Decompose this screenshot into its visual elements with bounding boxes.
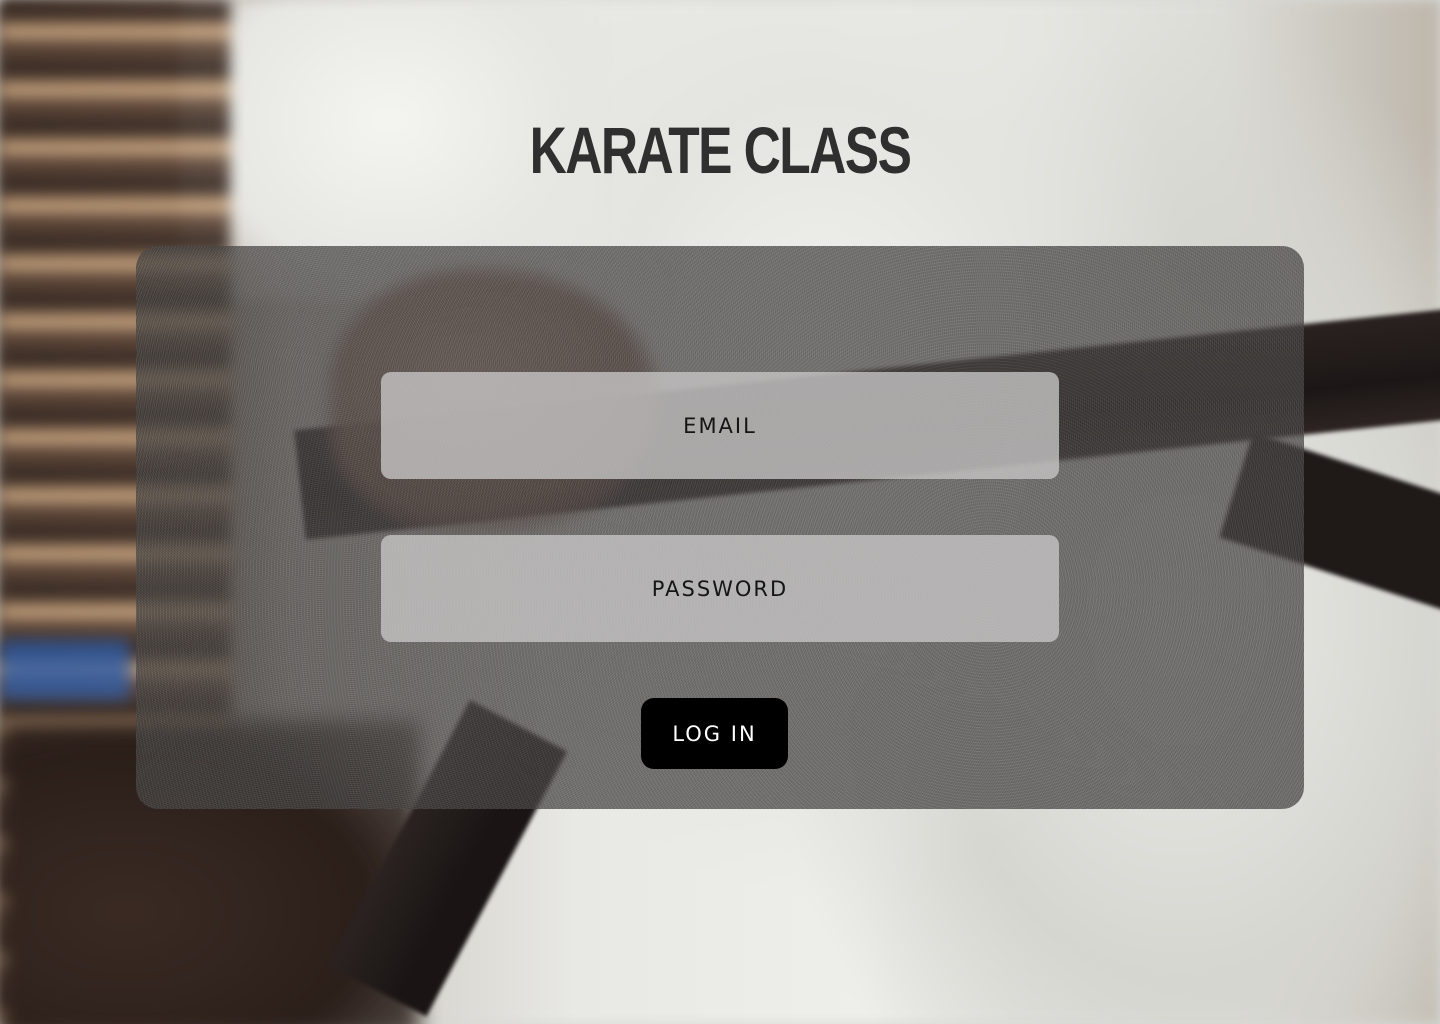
login-button[interactable]: LOG IN [641,698,788,769]
email-field[interactable] [381,372,1059,479]
background-blue-mat [0,640,130,700]
page-title: KARATE CLASS [529,113,912,187]
login-panel: LOG IN [136,246,1304,809]
login-page: KARATE CLASS LOG IN [0,0,1440,1024]
password-field[interactable] [381,535,1059,642]
